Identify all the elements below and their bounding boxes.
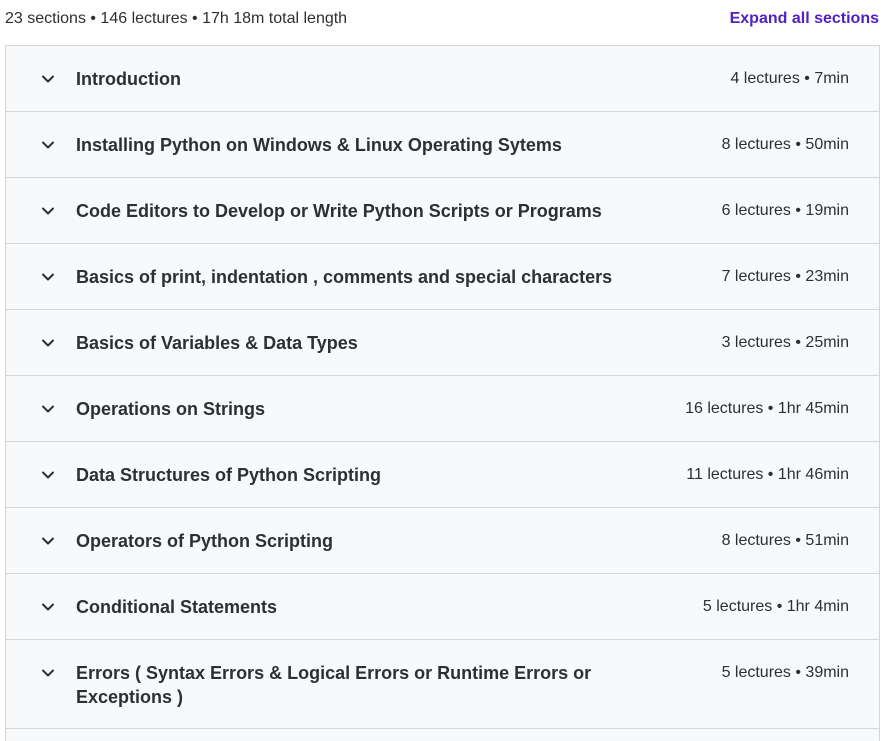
section-row[interactable]: Basics of Variables & Data Types 3 lectu…: [6, 310, 879, 376]
section-title: Basics of print, indentation , comments …: [76, 267, 613, 287]
curriculum-summary-text: 23 sections • 146 lectures • 17h 18m tot…: [5, 10, 348, 27]
section-meta: 7 lectures • 23min: [721, 268, 849, 285]
chevron-down-icon: [40, 467, 56, 483]
section-row[interactable]: Conditional Statements 5 lectures • 1hr …: [6, 574, 879, 640]
chevron-down-icon: [40, 269, 56, 285]
section-row[interactable]: Data Structures of Python Scripting 11 l…: [6, 442, 879, 508]
section-meta: 6 lectures • 19min: [721, 202, 849, 219]
chevron-down-icon: [40, 401, 56, 417]
section-row[interactable]: Installing Python on Windows & Linux Ope…: [6, 112, 879, 178]
section-row[interactable]: Operations on Strings 16 lectures • 1hr …: [6, 376, 879, 442]
section-meta: 8 lectures • 50min: [721, 136, 849, 153]
curriculum-summary-bar: 23 sections • 146 lectures • 17h 18m tot…: [0, 0, 884, 44]
chevron-down-icon: [40, 665, 56, 681]
chevron-down-icon: [40, 599, 56, 615]
section-row[interactable]: Code Editors to Develop or Write Python …: [6, 178, 879, 244]
chevron-down-icon: [40, 533, 56, 549]
section-title: Conditional Statements: [76, 597, 278, 617]
chevron-down-icon: [40, 335, 56, 351]
chevron-down-icon: [40, 203, 56, 219]
chevron-down-icon: [40, 71, 56, 87]
expand-all-sections-link[interactable]: Expand all sections: [730, 10, 879, 28]
section-meta: 3 lectures • 25min: [721, 334, 849, 351]
section-row-partial[interactable]: [6, 729, 879, 741]
section-meta: 4 lectures • 7min: [730, 70, 849, 87]
section-title: Introduction: [76, 69, 181, 89]
section-meta: 11 lectures • 1hr 46min: [686, 466, 849, 483]
chevron-down-icon: [40, 137, 56, 153]
section-title: Data Structures of Python Scripting: [76, 465, 382, 485]
section-row[interactable]: Introduction 4 lectures • 7min: [6, 46, 879, 112]
section-list: Introduction 4 lectures • 7min Installin…: [5, 45, 880, 741]
section-title: Operators of Python Scripting: [76, 531, 334, 551]
section-row[interactable]: Errors ( Syntax Errors & Logical Errors …: [6, 640, 879, 729]
section-title: Installing Python on Windows & Linux Ope…: [76, 135, 562, 155]
section-meta: 5 lectures • 39min: [721, 664, 849, 681]
section-title: Basics of Variables & Data Types: [76, 333, 358, 353]
section-row[interactable]: Basics of print, indentation , comments …: [6, 244, 879, 310]
section-title: Code Editors to Develop or Write Python …: [76, 201, 602, 221]
section-meta: 8 lectures • 51min: [721, 532, 849, 549]
section-row[interactable]: Operators of Python Scripting 8 lectures…: [6, 508, 879, 574]
section-meta: 16 lectures • 1hr 45min: [685, 400, 849, 417]
section-title: Operations on Strings: [76, 399, 266, 419]
section-title: Errors ( Syntax Errors & Logical Errors …: [76, 663, 592, 707]
section-meta: 5 lectures • 1hr 4min: [702, 598, 849, 615]
